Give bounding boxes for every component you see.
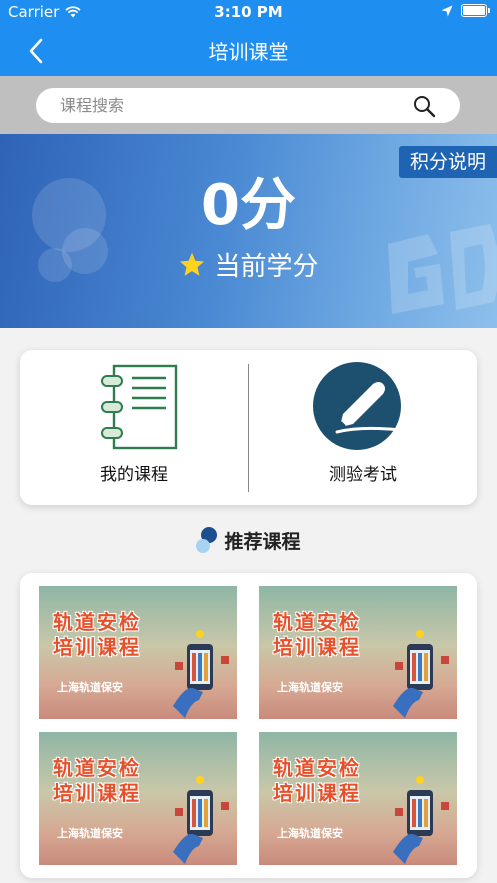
course-thumbnail[interactable]: 轨道安检 培训课程 上海轨道保安 xyxy=(39,732,237,865)
star-icon xyxy=(180,252,205,276)
menu-card: 我的课程 测验考试 xyxy=(20,350,477,505)
phone-illustration-icon xyxy=(173,776,229,864)
exam-button[interactable]: 测验考试 xyxy=(249,350,477,505)
phone-illustration-icon xyxy=(173,630,229,718)
course-title-line2: 培训课程 xyxy=(273,635,361,659)
course-subtitle: 上海轨道保安 xyxy=(57,827,123,840)
status-bar: Carrier 3:10 PM xyxy=(0,0,497,24)
my-courses-label: 我的课程 xyxy=(100,465,168,485)
recommended-title: 推荐课程 xyxy=(224,530,301,553)
phone-illustration-icon xyxy=(393,776,449,864)
search-bar xyxy=(0,76,497,134)
credit-label-row: 当前学分 xyxy=(0,246,497,283)
search-input[interactable] xyxy=(36,88,460,123)
pen-circle-icon xyxy=(313,362,403,450)
course-title-line2: 培训课程 xyxy=(273,781,361,805)
bubble-icon xyxy=(196,527,218,553)
score-value: 0分 xyxy=(201,173,296,238)
status-right xyxy=(441,4,490,17)
recommended-header: 推荐课程 xyxy=(0,525,497,555)
nav-bar: 培训课堂 xyxy=(0,24,497,76)
course-subtitle: 上海轨道保安 xyxy=(57,681,123,694)
course-thumbnail[interactable]: 轨道安检 培训课程 上海轨道保安 xyxy=(259,586,457,719)
course-subtitle: 上海轨道保安 xyxy=(277,827,343,840)
course-title-line2: 培训课程 xyxy=(53,781,141,805)
phone-illustration-icon xyxy=(393,630,449,718)
credit-label: 当前学分 xyxy=(214,252,319,282)
course-thumbnail[interactable]: 轨道安检 培训课程 上海轨道保安 xyxy=(39,586,237,719)
clock: 3:10 PM xyxy=(214,3,283,21)
notebook-icon xyxy=(101,364,178,450)
course-thumbnail[interactable]: 轨道安检 培训课程 上海轨道保安 xyxy=(259,732,457,865)
search-icon[interactable] xyxy=(412,94,436,118)
battery-icon xyxy=(461,4,490,17)
location-arrow-icon xyxy=(441,5,453,16)
my-courses-button[interactable]: 我的课程 xyxy=(20,350,248,505)
course-grid: 轨道安检 培训课程 上海轨道保安 轨道安检 培训课程 上海轨道保安 轨道安检 培… xyxy=(20,573,477,878)
course-title-line2: 培训课程 xyxy=(53,635,141,659)
exam-label: 测验考试 xyxy=(329,465,397,485)
page-title: 培训课堂 xyxy=(208,40,289,64)
course-subtitle: 上海轨道保安 xyxy=(277,681,343,694)
credit-banner: 积分说明 0分 当前学分 xyxy=(0,134,497,328)
